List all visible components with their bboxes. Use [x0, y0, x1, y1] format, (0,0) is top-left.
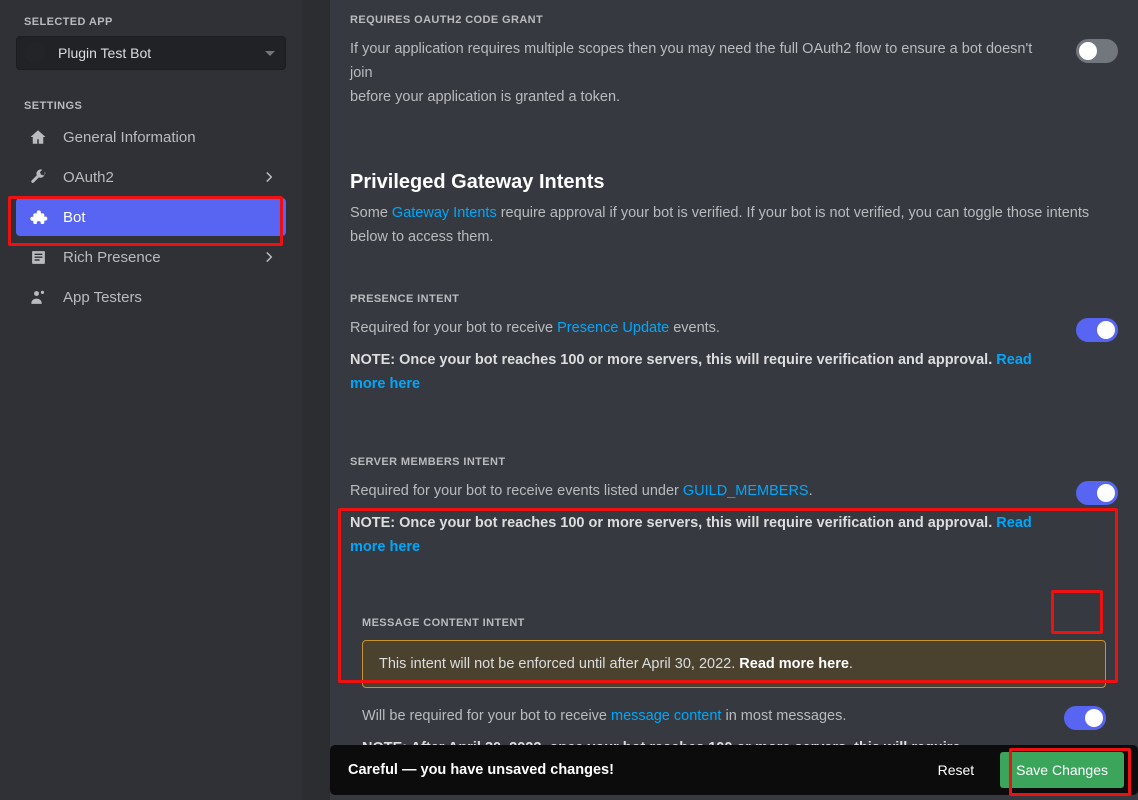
- discord-developer-portal: SELECTED APP Plugin Test Bot SETTINGS Ge…: [0, 0, 1138, 800]
- oauth2-code-grant-description: If your application requires multiple sc…: [350, 41, 1033, 105]
- home-icon: [28, 127, 48, 147]
- message-content-intent-description: Will be required for your bot to receive…: [362, 708, 847, 724]
- unsaved-changes-message: Careful — you have unsaved changes!: [348, 762, 614, 778]
- toggle-knob: [1097, 321, 1115, 339]
- sidebar-item-bot[interactable]: Bot: [16, 198, 286, 236]
- sidebar-item-label: OAuth2: [63, 168, 114, 186]
- sidebar-item-label: Rich Presence: [63, 248, 161, 266]
- presence-intent-toggle[interactable]: [1076, 318, 1118, 342]
- intents-description: Some Gateway Intents require approval if…: [350, 205, 1090, 245]
- chevron-right-icon: [262, 250, 276, 264]
- privileged-gateway-intents-section: Privileged Gateway Intents Some Gateway …: [350, 171, 1118, 249]
- sidebar-content-divider: [302, 0, 330, 800]
- sidebar-item-label: Bot: [63, 208, 86, 226]
- wrench-icon: [28, 167, 48, 187]
- message-content-link[interactable]: message content: [611, 708, 721, 724]
- gateway-intents-link[interactable]: Gateway Intents: [392, 205, 497, 221]
- sidebar-item-label: App Testers: [63, 288, 142, 306]
- oauth2-code-grant-label: REQUIRES OAUTH2 CODE GRANT: [350, 14, 544, 26]
- presence-intent-description: Required for your bot to receive Presenc…: [350, 320, 720, 336]
- people-icon: [28, 287, 48, 307]
- server-members-intent-label: SERVER MEMBERS INTENT: [350, 456, 506, 468]
- server-members-intent-note: NOTE: Once your bot reaches 100 or more …: [350, 515, 1032, 555]
- puzzle-piece-icon: [28, 207, 48, 227]
- document-icon: [28, 247, 48, 267]
- reset-button[interactable]: Reset: [930, 756, 983, 784]
- chevron-right-icon: [262, 170, 276, 184]
- sidebar: SELECTED APP Plugin Test Bot SETTINGS Ge…: [0, 0, 302, 800]
- save-changes-button[interactable]: Save Changes: [1000, 752, 1124, 788]
- unsaved-changes-bar: Careful — you have unsaved changes! Rese…: [330, 745, 1138, 795]
- server-members-intent-toggle[interactable]: [1076, 481, 1118, 505]
- presence-update-link[interactable]: Presence Update: [557, 320, 669, 336]
- presence-intent-label: PRESENCE INTENT: [350, 293, 460, 305]
- guild-members-link[interactable]: GUILD_MEMBERS: [683, 483, 809, 499]
- main-content: REQUIRES OAUTH2 CODE GRANT If your appli…: [330, 0, 1138, 800]
- chevron-down-icon: [265, 50, 275, 56]
- toggle-knob: [1097, 484, 1115, 502]
- server-members-intent-description: Required for your bot to receive events …: [350, 483, 813, 499]
- read-more-here-link[interactable]: Read more here: [739, 656, 849, 672]
- sidebar-item-label: General Information: [63, 128, 196, 146]
- server-members-intent-section: SERVER MEMBERS INTENT Required for your …: [350, 456, 1118, 559]
- presence-intent-section: PRESENCE INTENT Required for your bot to…: [350, 293, 1118, 396]
- selected-app-label: SELECTED APP: [24, 16, 113, 28]
- sidebar-item-general-information[interactable]: General Information: [16, 118, 286, 156]
- message-content-intent-label: MESSAGE CONTENT INTENT: [362, 617, 525, 629]
- app-avatar: [24, 42, 46, 64]
- oauth2-code-grant-toggle[interactable]: [1076, 39, 1118, 63]
- message-content-warning-banner: This intent will not be enforced until a…: [362, 640, 1106, 688]
- app-selector-value: Plugin Test Bot: [58, 45, 152, 61]
- app-selector-dropdown[interactable]: Plugin Test Bot: [16, 36, 286, 70]
- settings-section-label: SETTINGS: [24, 100, 83, 112]
- toggle-knob: [1079, 42, 1097, 60]
- toggle-knob: [1085, 709, 1103, 727]
- message-content-intent-toggle[interactable]: [1064, 706, 1106, 730]
- oauth2-code-grant-section: REQUIRES OAUTH2 CODE GRANT If your appli…: [350, 14, 1118, 109]
- sidebar-item-rich-presence[interactable]: Rich Presence: [16, 238, 286, 276]
- sidebar-item-oauth2[interactable]: OAuth2: [16, 158, 286, 196]
- sidebar-item-app-testers[interactable]: App Testers: [16, 278, 286, 316]
- page-title: Privileged Gateway Intents: [350, 171, 605, 193]
- presence-intent-note: NOTE: Once your bot reaches 100 or more …: [350, 352, 1032, 392]
